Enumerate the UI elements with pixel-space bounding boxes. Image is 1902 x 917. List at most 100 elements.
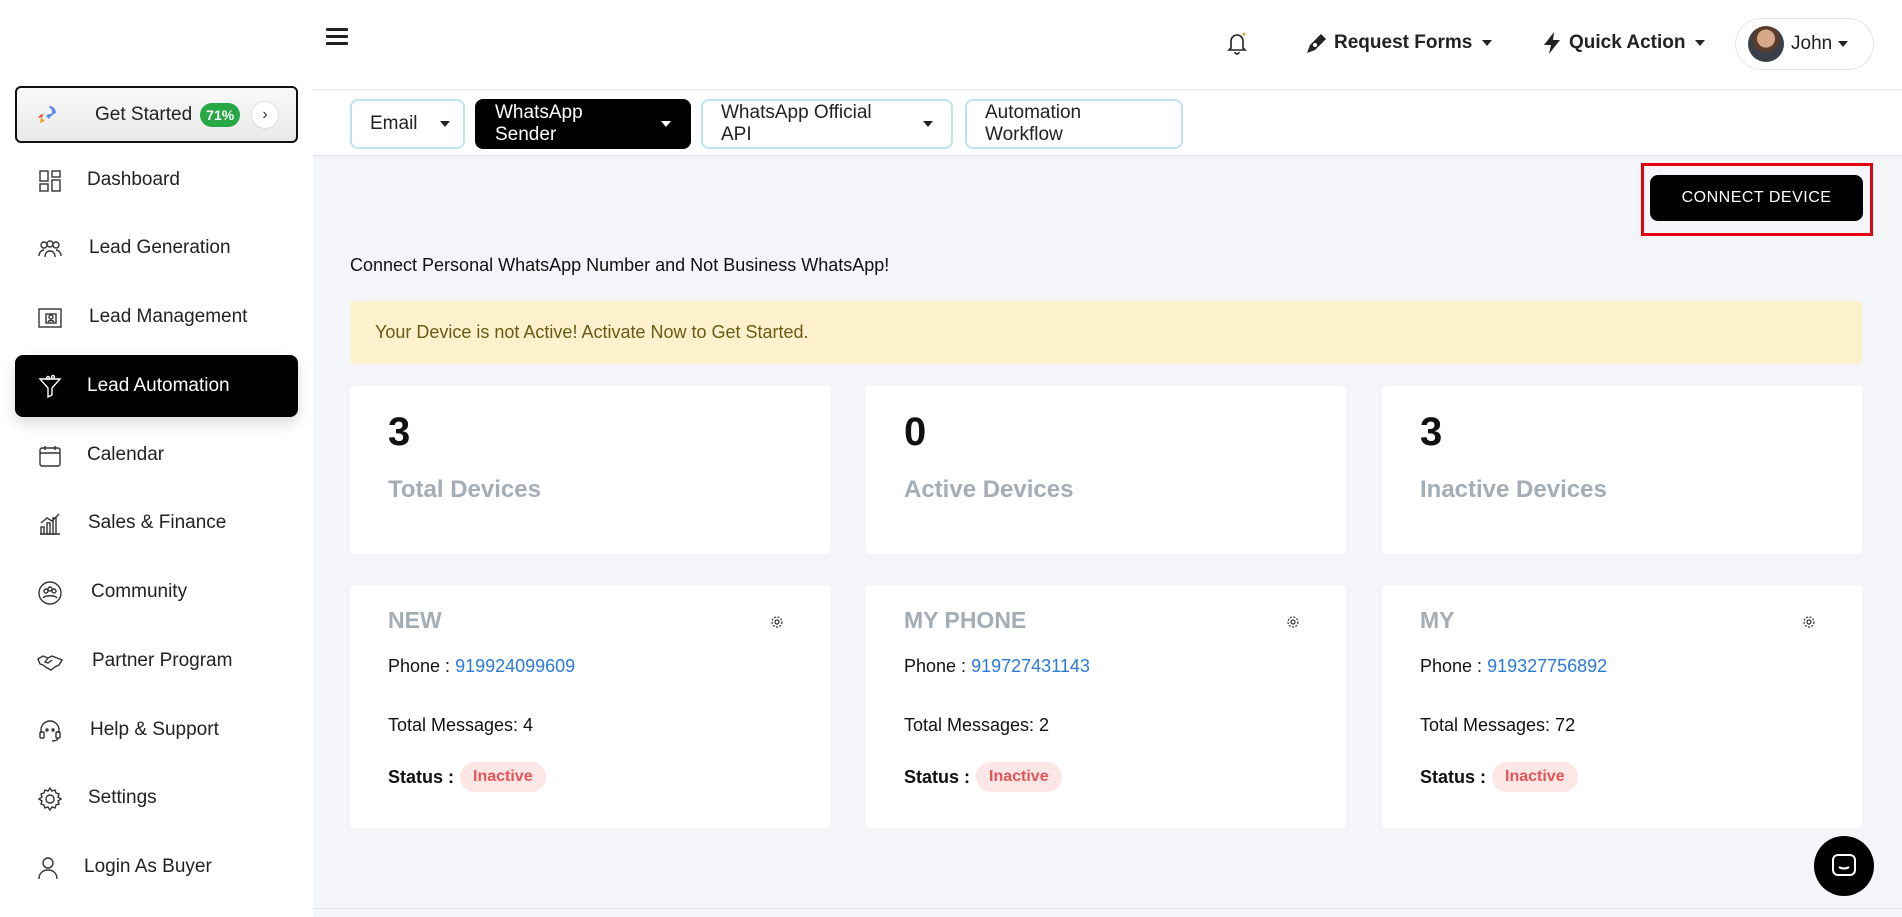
alert-text: Your Device is not Active! Activate Now … <box>375 322 809 342</box>
device-total-messages: Total Messages: 2 <box>904 715 1050 735</box>
whatsapp-notice: Connect Personal WhatsApp Number and Not… <box>350 255 890 275</box>
tab-label: Automation Workflow <box>985 102 1082 145</box>
chat-icon <box>1832 854 1856 876</box>
phone-number-link[interactable]: 919924099609 <box>455 656 575 676</box>
user-name: John <box>1791 33 1833 54</box>
tab-label: WhatsApp Sender <box>495 102 583 145</box>
tab-email[interactable]: Email <box>350 99 465 149</box>
stat-value: 3 <box>388 410 411 454</box>
device-status: Status : Inactive <box>904 762 1062 792</box>
pen-icon <box>1307 34 1326 53</box>
funnel-icon <box>37 374 63 400</box>
sidebar-item-calendar[interactable]: Calendar <box>15 424 298 486</box>
connect-device-button[interactable]: CONNECT DEVICE <box>1650 175 1863 221</box>
device-name: NEW <box>388 607 442 633</box>
chevron-right-icon[interactable]: › <box>252 102 278 128</box>
stat-label: Active Devices <box>904 476 1074 503</box>
users-group-icon <box>37 236 63 262</box>
community-icon <box>37 580 63 606</box>
sidebar-item-community[interactable]: Community <box>15 561 298 623</box>
device-total-messages: Total Messages: 4 <box>388 715 534 735</box>
hamburger-menu-icon[interactable] <box>326 28 348 48</box>
tab-automation-workflow[interactable]: Automation Workflow <box>965 99 1183 149</box>
rocket-icon <box>35 103 59 127</box>
device-status: Status : Inactive <box>1420 762 1578 792</box>
phone-number-link[interactable]: 919727431143 <box>971 656 1090 676</box>
gear-icon[interactable] <box>770 615 784 629</box>
sidebar-item-label: Calendar <box>87 444 165 465</box>
sidebar-item-label: Lead Management <box>89 306 248 327</box>
phone-label: Phone : <box>1420 656 1488 676</box>
device-name: MY <box>1420 607 1455 633</box>
device-phone: Phone : 919327756892 <box>1420 656 1607 677</box>
lightning-icon <box>1544 32 1560 54</box>
sidebar-item-sales-finance[interactable]: Sales & Finance <box>15 492 298 554</box>
tab-label: WhatsApp Official API <box>721 102 872 145</box>
chevron-down-icon <box>923 121 933 127</box>
status-label: Status : <box>904 766 971 787</box>
device-status: Status : Inactive <box>388 762 546 792</box>
stat-value: 3 <box>1420 410 1443 454</box>
sidebar-item-partner-program[interactable]: Partner Program <box>15 630 298 692</box>
device-name: MY PHONE <box>904 607 1027 633</box>
quick-action-label: Quick Action <box>1569 32 1686 53</box>
stat-label: Inactive Devices <box>1420 476 1607 503</box>
sidebar-item-lead-automation[interactable]: Lead Automation <box>15 355 298 417</box>
device-card: NEW Phone : 919924099609 Total Messages:… <box>350 585 830 828</box>
get-started-button[interactable]: Get Started 71% › <box>15 86 298 143</box>
request-forms-dropdown[interactable]: Request Forms <box>1304 30 1493 56</box>
gear-icon <box>37 786 63 812</box>
sidebar-item-dashboard[interactable]: Dashboard <box>15 149 298 211</box>
calendar-icon <box>37 443 63 469</box>
progress-badge: 71% <box>200 102 241 127</box>
sidebar-item-label: Login As Buyer <box>84 856 212 877</box>
device-card: MY Phone : 919327756892 Total Messages: … <box>1382 585 1862 828</box>
sidebar: Get Started 71% › Dashboard Lead Generat… <box>0 0 313 917</box>
stat-value: 0 <box>904 410 927 454</box>
device-card: MY PHONE Phone : 919727431143 Total Mess… <box>866 585 1346 828</box>
status-label: Status : <box>1420 766 1487 787</box>
user-icon <box>35 855 61 881</box>
request-forms-label: Request Forms <box>1334 32 1473 53</box>
sidebar-item-label: Dashboard <box>87 169 180 190</box>
chevron-down-icon <box>1695 40 1706 46</box>
tab-label: Email <box>370 113 418 134</box>
device-phone: Phone : 919924099609 <box>388 656 575 677</box>
sidebar-item-login-as-buyer[interactable]: Login As Buyer <box>15 836 298 898</box>
chevron-down-icon <box>439 121 450 127</box>
stat-label: Total Devices <box>388 476 541 503</box>
chat-support-button[interactable] <box>1814 836 1874 896</box>
device-phone: Phone : 919727431143 <box>904 656 1090 677</box>
gear-icon[interactable] <box>1802 615 1816 629</box>
stat-card-inactive-devices: 3 Inactive Devices <box>1382 386 1862 554</box>
dashboard-icon <box>37 168 63 194</box>
phone-number-link[interactable]: 919327756892 <box>1487 656 1607 676</box>
quick-action-dropdown[interactable]: Quick Action <box>1539 30 1706 56</box>
sidebar-item-label: Partner Program <box>92 650 233 671</box>
sidebar-item-label: Help & Support <box>90 719 219 740</box>
sidebar-item-label: Sales & Finance <box>88 512 227 533</box>
topbar: Request Forms Quick Action John <box>313 0 1902 90</box>
chevron-down-icon <box>1482 40 1493 46</box>
divider <box>313 908 1902 909</box>
tab-whatsapp-sender[interactable]: WhatsApp Sender <box>475 99 691 149</box>
status-badge: Inactive <box>1492 762 1578 792</box>
sidebar-item-settings[interactable]: Settings <box>15 767 298 829</box>
gear-icon[interactable] <box>1286 615 1300 629</box>
stat-card-total-devices: 3 Total Devices <box>350 386 830 554</box>
stat-card-active-devices: 0 Active Devices <box>866 386 1346 554</box>
inactive-device-alert: Your Device is not Active! Activate Now … <box>350 301 1862 364</box>
device-total-messages: Total Messages: 72 <box>1420 715 1576 735</box>
sidebar-item-label: Lead Generation <box>89 237 231 258</box>
phone-label: Phone : <box>904 656 972 676</box>
user-menu[interactable]: John <box>1735 18 1874 70</box>
sidebar-item-lead-generation[interactable]: Lead Generation <box>15 217 298 279</box>
avatar <box>1748 26 1784 62</box>
sidebar-item-label: Settings <box>88 787 157 808</box>
sidebar-item-lead-management[interactable]: Lead Management <box>15 286 298 348</box>
sidebar-item-label: Lead Automation <box>87 375 230 396</box>
tab-whatsapp-official-api[interactable]: WhatsApp Official API <box>701 99 953 149</box>
bell-icon[interactable] <box>1225 30 1249 56</box>
status-label: Status : <box>388 766 455 787</box>
sidebar-item-help-support[interactable]: Help & Support <box>15 699 298 761</box>
